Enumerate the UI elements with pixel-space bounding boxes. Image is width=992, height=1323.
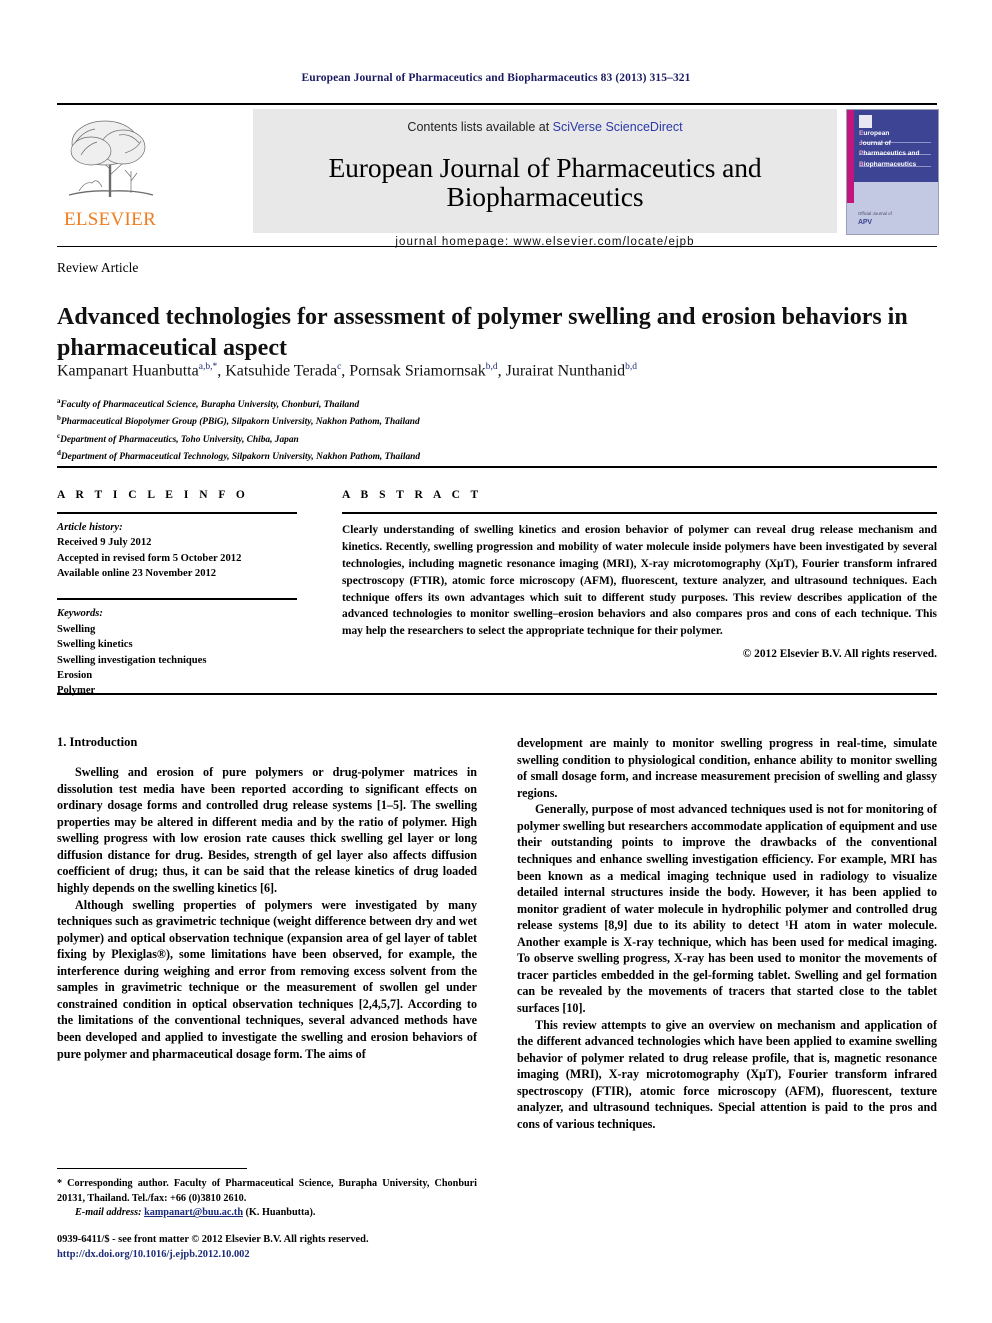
footnote-block: * Corresponding author. Faculty of Pharm… <box>57 1177 477 1221</box>
journal-cover-thumbnail: European Journal of Pharmaceutics and Bi… <box>846 109 939 235</box>
email-link[interactable]: kampanart@buu.ac.th <box>144 1207 243 1218</box>
keyword-item: Swelling investigation techniques <box>57 654 207 666</box>
body-paragraph: Swelling and erosion of pure polymers or… <box>57 765 477 895</box>
info-band-top-rule <box>57 466 937 468</box>
abstract-text: Clearly understanding of swelling kineti… <box>342 524 937 638</box>
contents-lists-prefix: Contents lists available at <box>407 120 553 134</box>
cover-footer-org: APV <box>858 218 872 226</box>
cover-elsevier-icon <box>859 115 872 128</box>
cover-footer: Official Journal of APV <box>858 211 932 228</box>
article-info-column: Article history: Received 9 July 2012 Ac… <box>57 512 297 699</box>
body-column-left: 1. Introduction Swelling and erosion of … <box>57 735 477 1062</box>
masthead-center-band: Contents lists available at SciVerse Sci… <box>253 109 837 248</box>
article-history-item: Received 9 July 2012 <box>57 537 152 549</box>
journal-title: European Journal of Pharmaceutics and Bi… <box>328 152 762 212</box>
abstract-heading: A B S T R A C T <box>342 489 483 501</box>
author-name: Pornsak Sriamornsak <box>349 362 486 380</box>
author-marks: c <box>337 362 342 372</box>
masthead-top-rule <box>57 103 937 105</box>
affiliation-text: Department of Pharmaceutics, Toho Univer… <box>60 434 299 445</box>
keywords-label: Keywords: <box>57 608 103 620</box>
cover-footer-label: Official Journal of <box>858 210 892 216</box>
journal-masthead: ELSEVIER Contents lists available at Sci… <box>57 103 939 248</box>
body-paragraph: This review attempts to give an overview… <box>517 1017 937 1131</box>
body-paragraph: Although swelling properties of polymers… <box>57 897 477 1061</box>
email-note: E-mail address: kampanart@buu.ac.th (K. … <box>57 1206 477 1221</box>
article-type-label: Review Article <box>57 260 139 275</box>
keyword-item: Polymer <box>57 685 96 697</box>
corresponding-author-note: * Corresponding author. Faculty of Pharm… <box>57 1178 477 1204</box>
article-info-rule <box>57 512 297 514</box>
affiliation-item: cDepartment of Pharmaceutics, Toho Unive… <box>57 431 757 448</box>
author-name: Katsuhide Terada <box>225 362 338 380</box>
article-history-item: Available online 23 November 2012 <box>57 568 217 580</box>
keywords-rule <box>57 598 297 601</box>
affiliation-text: Faculty of Pharmaceutical Science, Burap… <box>60 400 360 411</box>
author-name: Kampanart Huanbutta <box>57 362 199 380</box>
keyword-item: Swelling kinetics <box>57 639 133 651</box>
body-column-right: development are mainly to monitor swelli… <box>517 735 937 1133</box>
author-marks: b,d <box>485 362 498 372</box>
author-marks: a,b,* <box>198 362 218 372</box>
footnote-separator-rule <box>57 1168 247 1169</box>
cover-line4-rest: iopharmaceutics <box>863 160 917 168</box>
email-label: E-mail address: <box>75 1207 142 1219</box>
cover-line3-rest: harmaceutics and <box>863 150 920 158</box>
abstract-copyright: © 2012 Elsevier B.V. All rights reserved… <box>742 648 937 661</box>
info-band-bottom-rule <box>57 693 937 695</box>
affiliation-list: aFaculty of Pharmaceutical Science, Bura… <box>57 396 757 465</box>
contents-lists-line: Contents lists available at SciVerse Sci… <box>253 120 837 134</box>
body-paragraph: development are mainly to monitor swelli… <box>517 736 937 800</box>
affiliation-text: Department of Pharmaceutical Technology,… <box>60 452 421 463</box>
section-heading-introduction: 1. Introduction <box>57 735 138 749</box>
page-title: Advanced technologies for assessment of … <box>57 304 908 361</box>
article-history-label: Article history: <box>57 522 123 533</box>
body-paragraph: Generally, purpose of most advanced tech… <box>517 802 937 1015</box>
frontmatter-block: 0939-6411/$ - see front matter © 2012 El… <box>57 1233 557 1263</box>
affiliation-item: dDepartment of Pharmaceutical Technology… <box>57 448 757 465</box>
affiliation-text: Pharmaceutical Biopolymer Group (PBiG), … <box>60 417 420 428</box>
elsevier-logo: ELSEVIER <box>57 109 163 233</box>
elsevier-tree-logo-icon <box>68 120 154 197</box>
cover-line1-rest: uropean <box>863 130 890 137</box>
cover-accent-stripe <box>847 110 854 203</box>
abstract-rule <box>342 512 937 514</box>
keywords-block: Keywords: Swelling Swelling kinetics Swe… <box>57 598 297 698</box>
author-marks: b,d <box>625 362 638 372</box>
author-list: Kampanart Huanbuttaa,b,*, Katsuhide Tera… <box>57 362 638 380</box>
sciencedirect-link[interactable]: SciVerse ScienceDirect <box>553 120 683 134</box>
running-head: European Journal of Pharmaceutics and Bi… <box>301 72 691 84</box>
affiliation-item: aFaculty of Pharmaceutical Science, Bura… <box>57 396 757 413</box>
article-history-item: Accepted in revised form 5 October 2012 <box>57 552 242 564</box>
cover-line2-rest: ournal of <box>862 140 891 148</box>
title-separator-rule <box>57 246 937 247</box>
doi-link[interactable]: http://dx.doi.org/10.1016/j.ejpb.2012.10… <box>57 1248 557 1263</box>
affiliation-item: bPharmaceutical Biopolymer Group (PBiG),… <box>57 413 757 430</box>
keyword-item: Erosion <box>57 669 93 681</box>
issn-copyright-line: 0939-6411/$ - see front matter © 2012 El… <box>57 1234 369 1245</box>
keyword-item: Swelling <box>57 623 96 635</box>
author-name: Jurairat Nunthanid <box>505 362 626 380</box>
email-owner: (K. Huanbutta). <box>242 1207 316 1219</box>
cover-title-text: European Journal of Pharmaceutics and Bi… <box>859 129 933 170</box>
elsevier-wordmark: ELSEVIER <box>63 209 157 230</box>
abstract-column: Clearly understanding of swelling kineti… <box>342 512 937 660</box>
article-page: European Journal of Pharmaceutics and Bi… <box>0 0 992 1323</box>
article-info-heading: A R T I C L E I N F O <box>57 489 249 501</box>
